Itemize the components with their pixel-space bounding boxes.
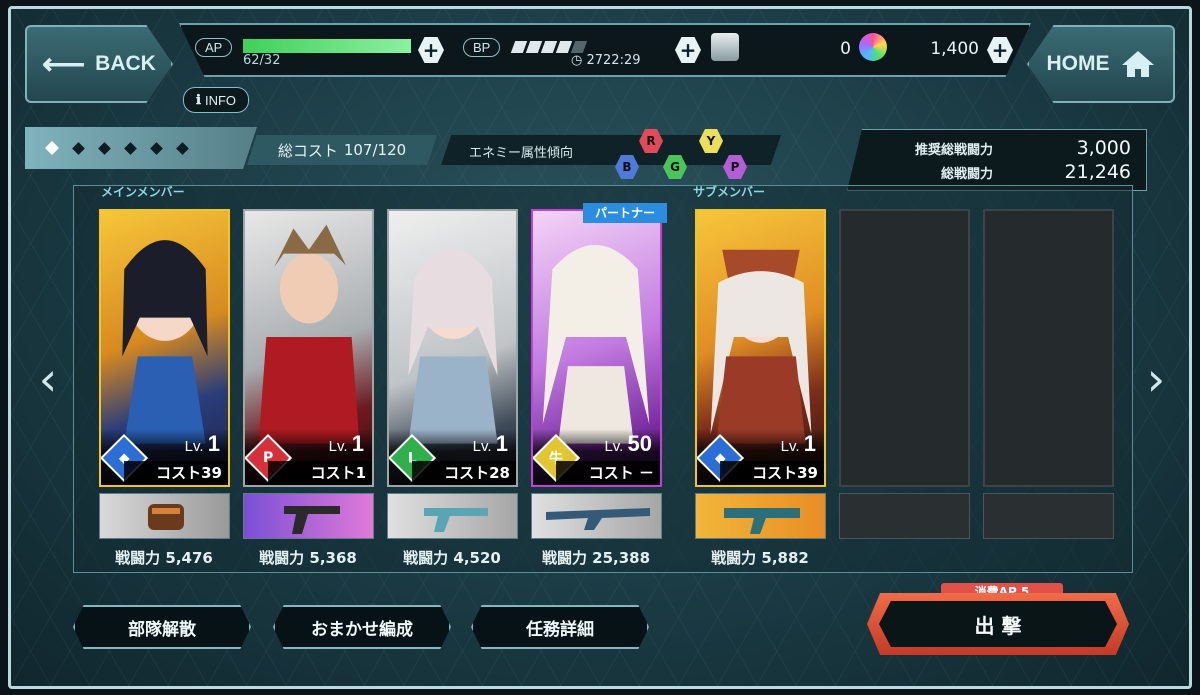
chevron-left-icon[interactable]: ‹: [33, 349, 63, 409]
back-button[interactable]: ⟵ BACK: [25, 25, 173, 103]
page-dot-active[interactable]: [44, 140, 60, 156]
info-label: INFO: [204, 92, 237, 108]
page-dot[interactable]: [150, 141, 163, 155]
member-power: 戦闘力 4,520: [403, 549, 501, 567]
empty-sub-slot[interactable]: [983, 209, 1114, 487]
clock-icon: ◷: [571, 53, 583, 68]
gem-icon: [859, 33, 887, 61]
member-cost: コスト －: [556, 461, 660, 485]
member-card[interactable]: ◆ Lv. 1 コスト39: [695, 209, 826, 487]
member-card[interactable]: L Lv. 1 コスト28: [387, 209, 518, 487]
weapon-slot[interactable]: [99, 493, 230, 539]
chevron-right-icon[interactable]: ›: [1141, 349, 1171, 409]
empty-weapon-slot[interactable]: [983, 493, 1114, 539]
member-level: Lv. 1: [328, 431, 364, 456]
home-button[interactable]: HOME: [1027, 25, 1175, 103]
bp-gauge: [510, 41, 588, 53]
arrow-left-icon: ⟵: [42, 47, 86, 81]
rifle-icon: [546, 508, 650, 530]
bp-timer: ◷ 2722:29: [571, 53, 641, 68]
member-card[interactable]: P Lv. 1 コスト1: [243, 209, 374, 487]
enemy-attr-label: エネミー属性傾向: [469, 146, 574, 161]
member-card[interactable]: 牛 Lv. 50 コスト －: [531, 209, 662, 487]
partner-badge: パートナー: [583, 203, 667, 223]
page-dot[interactable]: [124, 141, 137, 155]
member-level: Lv. 50: [604, 431, 652, 456]
empty-sub-slot[interactable]: [839, 209, 970, 487]
member-card[interactable]: ◆ Lv. 1 コスト39: [99, 209, 230, 487]
recommended-power-label: 推奨総戦闘力: [914, 143, 993, 158]
info-icon: ℹ: [196, 92, 201, 107]
bp-timer-text: 2722:29: [586, 53, 641, 68]
disband-button[interactable]: 部隊解散: [73, 605, 251, 649]
submachine-gun-icon: [724, 508, 800, 534]
pistol-icon: [284, 506, 340, 534]
total-cost-value: 107/120: [343, 141, 407, 159]
page-dot[interactable]: [176, 141, 189, 155]
member-level: Lv. 1: [184, 431, 220, 456]
game-screen: ⟵ BACK HOME AP 62/32 + BP ◷ 2722:29 + 0 …: [8, 6, 1192, 689]
total-power-value: 21,246: [1064, 161, 1131, 183]
weapon-slot[interactable]: [531, 493, 662, 539]
member-power: 戦闘力 5,882: [711, 549, 809, 567]
info-button[interactable]: ℹ INFO: [183, 87, 250, 113]
main-members-label: メインメンバー: [101, 185, 185, 199]
weapon-slot[interactable]: [387, 493, 518, 539]
member-power: 戦闘力 25,388: [541, 549, 651, 567]
member-power: 戦闘力 5,368: [259, 549, 357, 567]
member-level: Lv. 1: [780, 431, 816, 456]
weapon-slot[interactable]: [243, 493, 374, 539]
silver-coin-icon: [711, 33, 739, 61]
member-cost: コスト1: [268, 461, 372, 485]
gem-value: 1,400: [930, 39, 979, 59]
home-icon: [1121, 51, 1154, 77]
member-power: 戦闘力 5,476: [115, 549, 213, 567]
total-cost: 総コスト 107/120: [247, 135, 437, 165]
page-dot[interactable]: [72, 141, 85, 155]
weapon-slot[interactable]: [695, 493, 826, 539]
pistol-icon: [424, 508, 488, 532]
ap-tag: AP: [195, 37, 233, 57]
sortie-button[interactable]: 出 撃: [879, 601, 1117, 647]
home-label: HOME: [1046, 52, 1110, 75]
member-cost: コスト28: [412, 461, 516, 485]
gauntlet-icon: [148, 504, 184, 530]
member-level: Lv. 1: [472, 431, 508, 456]
total-cost-label: 総コスト: [277, 141, 338, 160]
auto-form-button[interactable]: おまかせ編成: [273, 605, 451, 649]
party-page-dots[interactable]: [25, 127, 257, 169]
mission-detail-button[interactable]: 任務詳細: [471, 605, 649, 649]
ap-label: AP: [195, 38, 233, 57]
ap-bar: [243, 39, 411, 53]
back-label: BACK: [95, 52, 156, 75]
recommended-power-value: 3,000: [1076, 137, 1131, 159]
bp-tag: BP: [463, 37, 501, 57]
member-cost: コスト39: [124, 461, 228, 485]
silver-value: 0: [840, 39, 851, 59]
member-cost: コスト39: [720, 461, 824, 485]
ap-value: 62/32: [243, 53, 281, 68]
bp-label: BP: [463, 38, 501, 57]
ap-bar-fill: [243, 39, 411, 53]
total-power-label: 総戦闘力: [940, 167, 993, 182]
page-dot[interactable]: [98, 141, 111, 155]
sub-members-label: サブメンバー: [693, 185, 766, 199]
empty-weapon-slot[interactable]: [839, 493, 970, 539]
